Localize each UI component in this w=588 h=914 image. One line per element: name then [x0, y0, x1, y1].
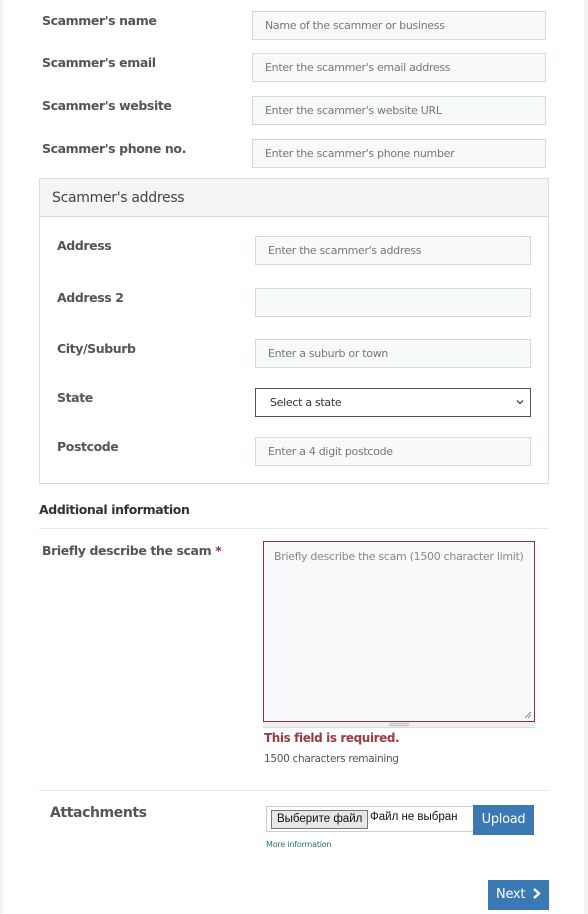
additional-info-heading: Additional information — [39, 502, 190, 517]
describe-scam-textarea[interactable]: Briefly describe the scam (1500 characte… — [263, 541, 535, 722]
address2-label: Address 2 — [57, 290, 124, 305]
textarea-resize-bar[interactable] — [263, 722, 535, 728]
error-message: This field is required. — [264, 731, 400, 745]
scammer-email-input[interactable]: Enter the scammer's email address — [252, 53, 546, 82]
characters-remaining: 1500 characters remaining — [264, 753, 399, 765]
scammer-email-label: Scammer's email — [42, 55, 156, 70]
address-label: Address — [57, 238, 112, 253]
resize-grip-icon[interactable] — [524, 711, 532, 719]
section-divider — [39, 528, 549, 529]
next-button-label: Next — [496, 887, 526, 902]
address-input[interactable]: Enter the scammer's address — [255, 236, 531, 265]
attachments-label: Attachments — [50, 805, 147, 821]
file-input[interactable]: Выберите файл Файл не выбран — [266, 806, 474, 832]
city-label: City/Suburb — [57, 341, 136, 356]
state-select-value: Select a state — [270, 396, 342, 409]
scammer-website-label: Scammer's website — [42, 98, 172, 113]
scammer-website-input[interactable]: Enter the scammer's website URL — [252, 96, 546, 125]
file-status: Файл не выбран — [370, 811, 458, 823]
choose-file-button[interactable]: Выберите файл — [271, 810, 369, 829]
scammer-name-label: Scammer's name — [42, 13, 157, 28]
postcode-input[interactable]: Enter a 4 digit postcode — [255, 437, 531, 466]
city-input[interactable]: Enter a suburb or town — [255, 339, 531, 368]
scammer-name-input[interactable]: Name of the scammer or business — [252, 11, 546, 40]
postcode-label: Postcode — [57, 439, 119, 454]
more-information-link[interactable]: More information — [266, 840, 332, 849]
scammer-phone-input[interactable]: Enter the scammer's phone number — [252, 139, 546, 168]
scammer-address-panel: Scammer's address Address Enter the scam… — [39, 178, 549, 484]
address-panel-title: Scammer's address — [40, 179, 548, 217]
state-label: State — [57, 390, 93, 405]
upload-button[interactable]: Upload — [473, 805, 534, 835]
describe-scam-label-text: Briefly describe the scam — [42, 543, 212, 558]
required-marker: * — [215, 543, 222, 558]
report-form-page: Scammer's name Name of the scammer or bu… — [3, 0, 584, 914]
chevron-right-icon — [533, 888, 541, 899]
state-select[interactable]: Select a state — [255, 388, 531, 417]
scammer-phone-label: Scammer's phone no. — [42, 141, 186, 156]
describe-scam-label: Briefly describe the scam * — [42, 543, 222, 558]
chevron-down-icon — [516, 400, 524, 405]
attachments-divider — [39, 790, 549, 791]
next-button[interactable]: Next — [488, 880, 549, 910]
address2-input[interactable] — [255, 288, 531, 317]
describe-scam-placeholder: Briefly describe the scam (1500 characte… — [274, 550, 524, 563]
drag-handle-icon — [389, 723, 409, 726]
